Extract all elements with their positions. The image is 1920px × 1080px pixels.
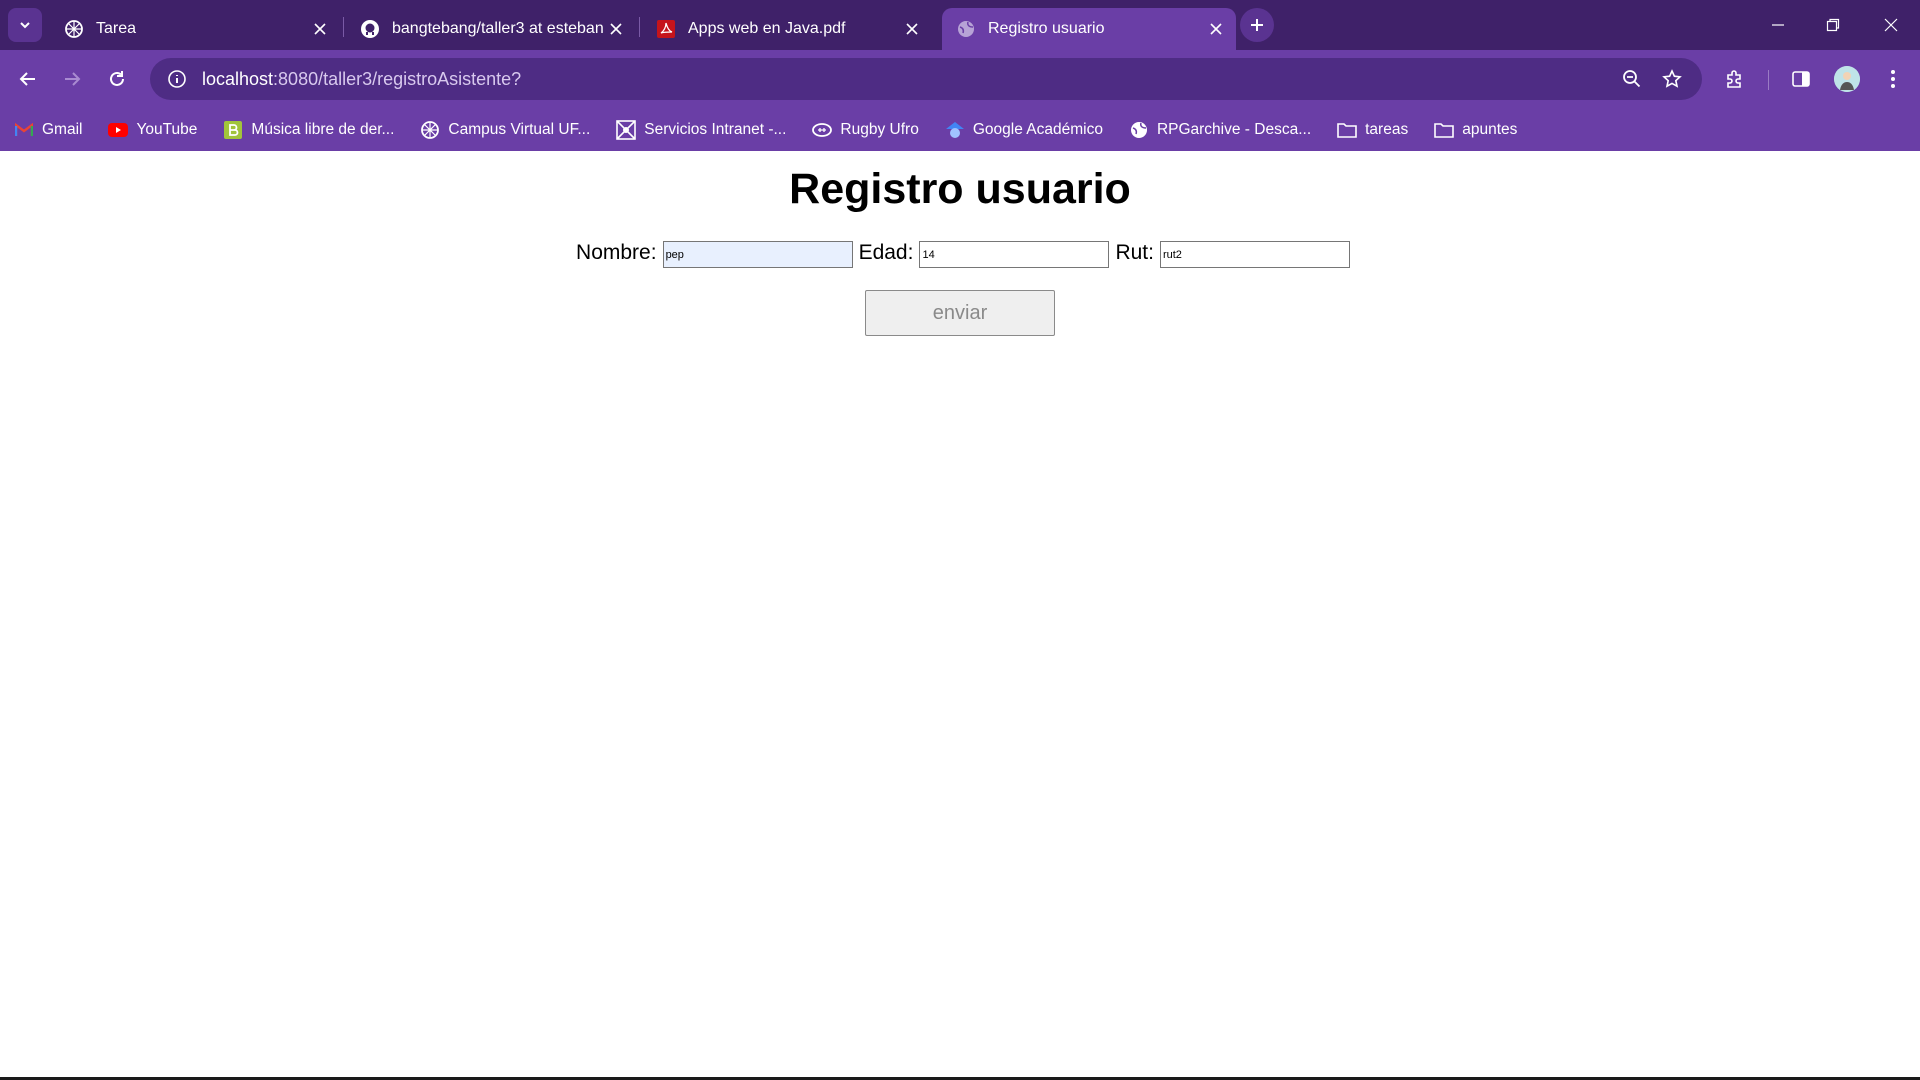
youtube-icon <box>108 120 129 140</box>
github-icon <box>360 19 380 39</box>
avatar <box>1834 66 1860 92</box>
back-button[interactable] <box>11 62 45 96</box>
bookmark-scholar[interactable]: Google Académico <box>945 120 1103 140</box>
chevron-down-icon <box>20 22 30 29</box>
page-title: Registro usuario <box>789 165 1131 213</box>
toolbar-divider <box>1768 70 1769 90</box>
profile-button[interactable] <box>1830 62 1864 96</box>
restore-icon <box>1826 18 1840 32</box>
folder-icon <box>1337 120 1357 140</box>
site-info-icon[interactable] <box>156 58 198 100</box>
url-path: :8080/taller3/registroAsistente? <box>273 68 522 89</box>
close-icon[interactable] <box>900 17 924 41</box>
reload-button[interactable] <box>100 62 134 96</box>
bookmark-intranet[interactable]: Servicios Intranet -... <box>616 119 787 140</box>
new-tab-button[interactable] <box>1240 8 1274 42</box>
arrow-right-icon <box>65 72 81 86</box>
tab-separator <box>639 17 640 37</box>
minimize-icon <box>1772 24 1784 26</box>
folder-icon <box>1434 120 1455 140</box>
gmail-icon <box>14 120 34 140</box>
tab-title: bangtebang/taller3 at esteban <box>392 20 604 37</box>
enviar-button[interactable]: enviar <box>865 290 1055 336</box>
puzzle-icon <box>1727 70 1741 88</box>
bookmark-label: Google Académico <box>972 120 1103 138</box>
bookmark-label: Campus Virtual UF... <box>448 120 591 138</box>
rugby-icon <box>812 120 833 140</box>
bookmark-label: Servicios Intranet -... <box>644 120 787 138</box>
bookmark-label: Música libre de der... <box>251 120 395 138</box>
bookmark-label: Rugby Ufro <box>840 120 919 138</box>
extensions-button[interactable] <box>1718 62 1752 96</box>
more-vert-icon <box>1891 70 1895 88</box>
bookmark-label: apuntes <box>1462 120 1518 138</box>
bookmark-youtube[interactable]: YouTube <box>108 120 197 140</box>
close-icon[interactable] <box>1204 17 1228 41</box>
moodle-icon <box>64 19 84 39</box>
url-text[interactable]: localhost:8080/taller3/registroAsistente… <box>202 69 1612 90</box>
menu-button[interactable] <box>1876 62 1910 96</box>
nombre-label: Nombre: <box>576 240 657 264</box>
moodle-icon <box>420 120 440 140</box>
globe-icon <box>1129 120 1149 140</box>
nombre-field[interactable] <box>662 241 853 268</box>
scholar-icon <box>945 120 965 140</box>
bookmark-campus[interactable]: Campus Virtual UF... <box>420 120 590 140</box>
bookmark-label: Gmail <box>42 120 83 138</box>
bookmark-label: tareas <box>1365 120 1409 138</box>
close-icon[interactable] <box>308 17 332 41</box>
bookmark-folder-tareas[interactable]: tareas <box>1337 120 1408 140</box>
close-icon[interactable] <box>604 17 628 41</box>
tab-separator <box>343 17 344 37</box>
bookmark-gmail[interactable]: Gmail <box>14 120 82 140</box>
arrow-left-icon <box>19 72 35 86</box>
bookmark-rpgarchive[interactable]: RPGarchive - Desca... <box>1129 120 1311 140</box>
zoom-icon[interactable] <box>1612 59 1652 99</box>
side-panel-icon <box>1792 71 1810 87</box>
tab-registro-usuario[interactable]: Registro usuario <box>942 8 1236 50</box>
bandcamp-icon <box>223 120 243 140</box>
star-icon[interactable] <box>1652 59 1692 99</box>
tab-github[interactable]: bangtebang/taller3 at esteban <box>346 8 636 50</box>
address-bar[interactable]: localhost:8080/taller3/registroAsistente… <box>150 58 1702 100</box>
tab-title: Registro usuario <box>988 20 1105 37</box>
tab-tarea[interactable]: Tarea <box>50 8 340 50</box>
intranet-icon <box>616 119 637 140</box>
tab-title: Tarea <box>96 20 137 37</box>
edad-label: Edad: <box>858 240 914 264</box>
registro-form: Nombre: Edad: Rut: <box>0 237 1920 268</box>
browser-toolbar: localhost:8080/taller3/registroAsistente… <box>0 50 1920 108</box>
tab-title: Apps web en Java.pdf <box>688 20 846 37</box>
bookmark-folder-apuntes[interactable]: apuntes <box>1434 120 1517 140</box>
side-panel-button[interactable] <box>1784 62 1818 96</box>
reload-icon <box>110 71 124 86</box>
tab-strip: Tarea bangtebang/taller3 at esteban Apps… <box>0 0 1920 50</box>
restore-button[interactable] <box>1813 10 1853 40</box>
minimize-button[interactable] <box>1758 10 1798 40</box>
bookmark-rugby[interactable]: Rugby Ufro <box>812 120 919 140</box>
bookmark-label: RPGarchive - Desca... <box>1156 120 1312 138</box>
bookmark-label: YouTube <box>136 120 198 138</box>
edad-field[interactable] <box>919 241 1110 268</box>
forward-button[interactable] <box>55 62 89 96</box>
pdf-icon <box>656 19 676 39</box>
bookmarks-bar: Gmail YouTube Música libre de der... Cam… <box>0 108 1920 151</box>
close-icon <box>1884 18 1898 32</box>
rut-label: Rut: <box>1115 240 1154 264</box>
plus-icon <box>1251 19 1263 31</box>
tab-pdf[interactable]: Apps web en Java.pdf <box>642 8 932 50</box>
close-window-button[interactable] <box>1871 10 1911 40</box>
tab-search-button[interactable] <box>8 8 42 42</box>
bookmark-musica[interactable]: Música libre de der... <box>223 120 394 140</box>
page-content: Registro usuario Nombre: Edad: Rut: envi… <box>0 151 1920 1077</box>
url-host: localhost <box>202 68 274 89</box>
globe-icon <box>956 19 976 39</box>
rut-field[interactable] <box>1159 241 1350 268</box>
